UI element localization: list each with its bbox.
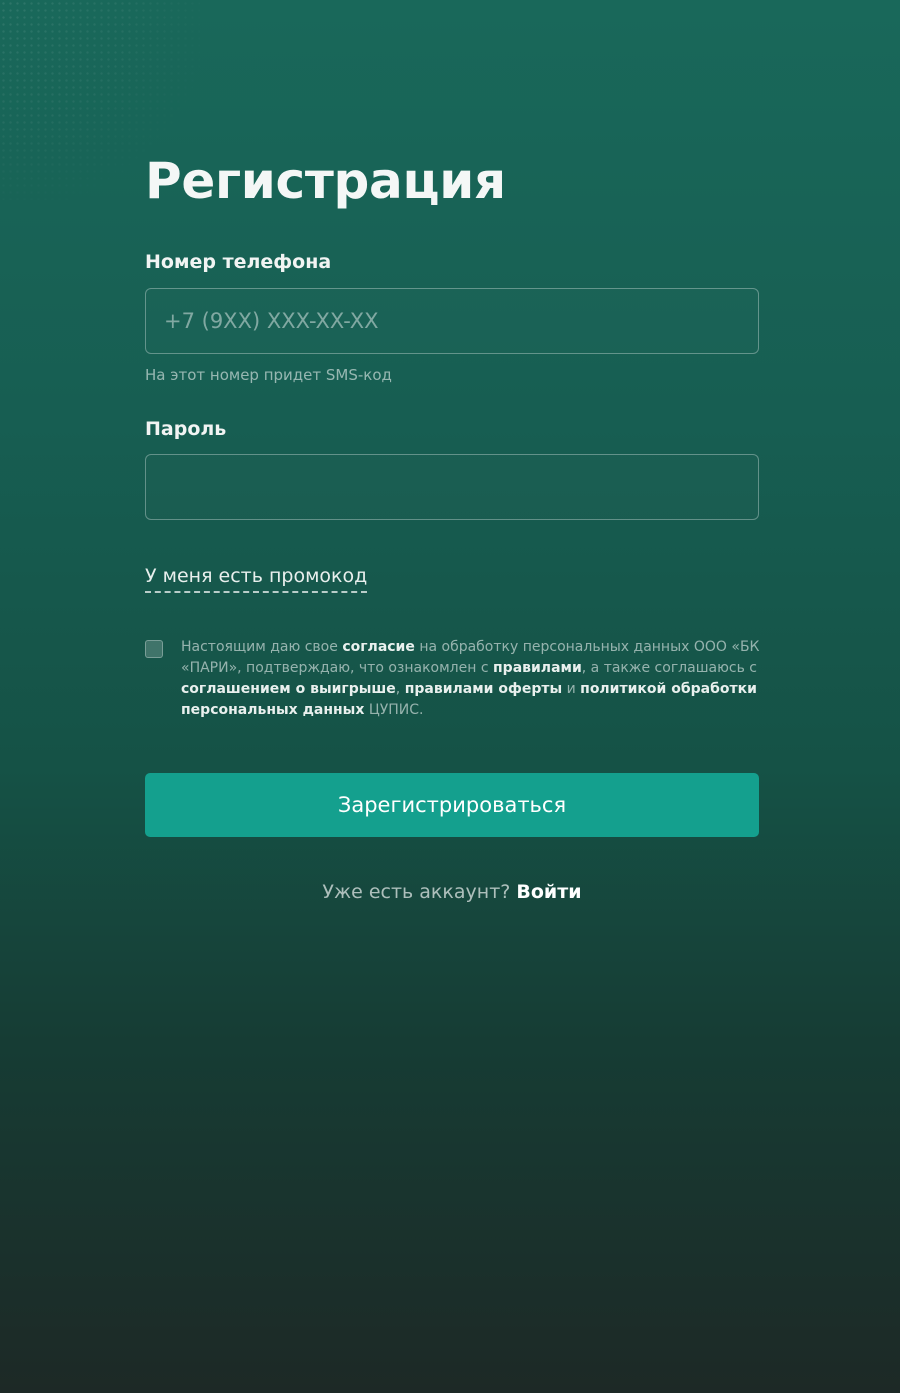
consent-checkbox[interactable]	[145, 640, 163, 658]
phone-label: Номер телефона	[145, 251, 332, 273]
consent-text-part: , а также соглашаюсь с	[581, 660, 757, 676]
login-prompt: Уже есть аккаунт? Войти	[145, 881, 759, 903]
page-title: Регистрация	[145, 152, 506, 210]
phone-hint: На этот номер придет SMS-код	[145, 366, 392, 384]
winnings-agreement-link[interactable]: соглашением о выигрыше	[181, 681, 396, 697]
password-input[interactable]	[145, 454, 759, 520]
phone-input[interactable]	[145, 288, 759, 354]
consent-text-part: Настоящим даю свое	[181, 639, 343, 655]
password-label: Пароль	[145, 418, 227, 440]
consent-text-part: ЦУПИС.	[364, 702, 424, 718]
offer-rules-link[interactable]: правилами оферты	[405, 681, 562, 697]
consent-link[interactable]: согласие	[342, 639, 415, 655]
consent-text: Настоящим даю свое согласие на обработку…	[181, 637, 763, 721]
login-link[interactable]: Войти	[516, 881, 581, 903]
consent-text-part: и	[562, 681, 581, 697]
register-button[interactable]: Зарегистрироваться	[145, 773, 759, 837]
consent-text-part: ,	[395, 681, 405, 697]
promo-code-toggle[interactable]: У меня есть промокод	[145, 565, 368, 593]
login-prompt-text: Уже есть аккаунт?	[322, 881, 511, 903]
registration-form: Регистрация Номер телефона На этот номер…	[145, 145, 759, 903]
rules-link[interactable]: правилами	[493, 660, 582, 676]
